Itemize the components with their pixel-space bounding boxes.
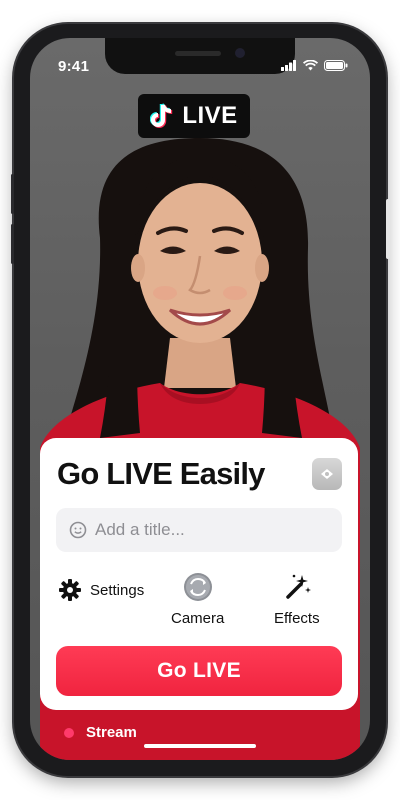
title-input-placeholder: Add a title... [95,520,185,539]
card-title: Go LIVE Easily [57,456,265,491]
home-indicator[interactable] [144,744,256,748]
volume-down-button [11,224,14,264]
gear-icon [59,579,81,601]
signal-icon [281,60,296,71]
stream-indicator-dot [64,727,74,738]
smiley-icon [69,521,87,539]
camera-option[interactable]: Camera [171,572,224,627]
battery-icon [324,60,348,71]
go-live-button[interactable]: Go LIVE [56,646,342,696]
title-input[interactable]: Add a title... [56,508,342,552]
live-badge: LIVE [138,94,250,138]
tiktok-note-icon [150,103,173,128]
effects-option[interactable]: Effects [274,572,320,627]
wifi-icon [303,60,318,71]
settings-option[interactable]: Settings [58,578,144,602]
phone-screen: 9:41 LIVE Go LIVE Easily Add a title... … [30,38,370,760]
power-button [386,199,390,259]
stream-tab-label: Stream [86,724,137,741]
app-logo-icon [312,458,342,490]
magic-wand-icon [286,574,311,599]
status-time: 9:41 [58,58,90,75]
status-icons [281,60,348,71]
camera-flip-icon [183,573,212,601]
camera-label: Camera [171,610,225,627]
notch [105,38,295,74]
speaker-grille [175,51,221,56]
settings-label: Settings [90,581,145,599]
go-live-card: Go LIVE Easily Add a title... Settings C… [40,438,358,710]
live-badge-label: LIVE [182,102,238,129]
volume-up-button [11,174,14,214]
stream-tab[interactable]: Stream [64,724,137,741]
front-camera [235,48,245,58]
effects-label: Effects [274,610,320,627]
